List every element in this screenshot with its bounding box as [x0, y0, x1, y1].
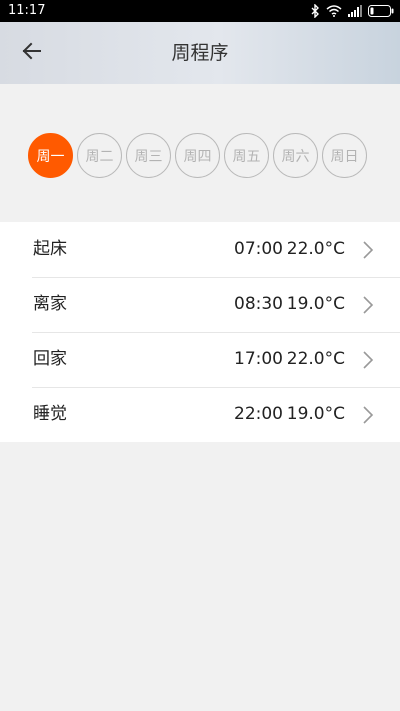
- day-tab-tue[interactable]: 周二: [77, 133, 122, 178]
- day-tab-thu[interactable]: 周四: [175, 133, 220, 178]
- schedule-row-sleep[interactable]: 睡觉 22:00 19.0°C: [0, 387, 400, 442]
- arrow-left-icon: [21, 42, 41, 64]
- schedule-label: 离家: [33, 294, 67, 314]
- day-selector: 周一 周二 周三 周四 周五 周六 周日: [28, 133, 367, 178]
- day-tab-wed[interactable]: 周三: [126, 133, 171, 178]
- schedule-time: 08:30: [234, 294, 283, 314]
- schedule-time: 22:00: [234, 404, 283, 424]
- chevron-right-icon: [362, 295, 374, 315]
- schedule-time: 07:00: [234, 239, 283, 259]
- day-tab-sun[interactable]: 周日: [322, 133, 367, 178]
- chevron-right-icon: [362, 350, 374, 370]
- schedule-label: 起床: [33, 239, 67, 259]
- schedule-list: 起床 07:00 22.0°C 离家 08:30 19.0°C 回家 17:00…: [0, 222, 400, 442]
- schedule-row-leave[interactable]: 离家 08:30 19.0°C: [0, 277, 400, 332]
- schedule-label: 睡觉: [33, 404, 67, 424]
- schedule-label: 回家: [33, 349, 67, 369]
- header: 周程序: [0, 22, 400, 84]
- bluetooth-icon: [311, 4, 320, 18]
- wifi-icon: [326, 5, 342, 17]
- schedule-row-return[interactable]: 回家 17:00 22.0°C: [0, 332, 400, 387]
- schedule-temp: 22.0°C: [286, 239, 345, 259]
- back-button[interactable]: [14, 40, 48, 66]
- schedule-temp: 19.0°C: [286, 404, 345, 424]
- schedule-time: 17:00: [234, 349, 283, 369]
- signal-icon: [348, 5, 362, 17]
- schedule-row-wake[interactable]: 起床 07:00 22.0°C: [0, 222, 400, 277]
- schedule-temp: 19.0°C: [286, 294, 345, 314]
- status-bar: 11:17: [0, 0, 400, 22]
- day-tab-sat[interactable]: 周六: [273, 133, 318, 178]
- chevron-right-icon: [362, 405, 374, 425]
- status-time: 11:17: [8, 3, 46, 18]
- page-title: 周程序: [171, 42, 229, 64]
- status-icons: [311, 3, 394, 19]
- battery-icon: [368, 5, 394, 17]
- day-tab-fri[interactable]: 周五: [224, 133, 269, 178]
- day-tab-mon[interactable]: 周一: [28, 133, 73, 178]
- chevron-right-icon: [362, 240, 374, 260]
- schedule-temp: 22.0°C: [286, 349, 345, 369]
